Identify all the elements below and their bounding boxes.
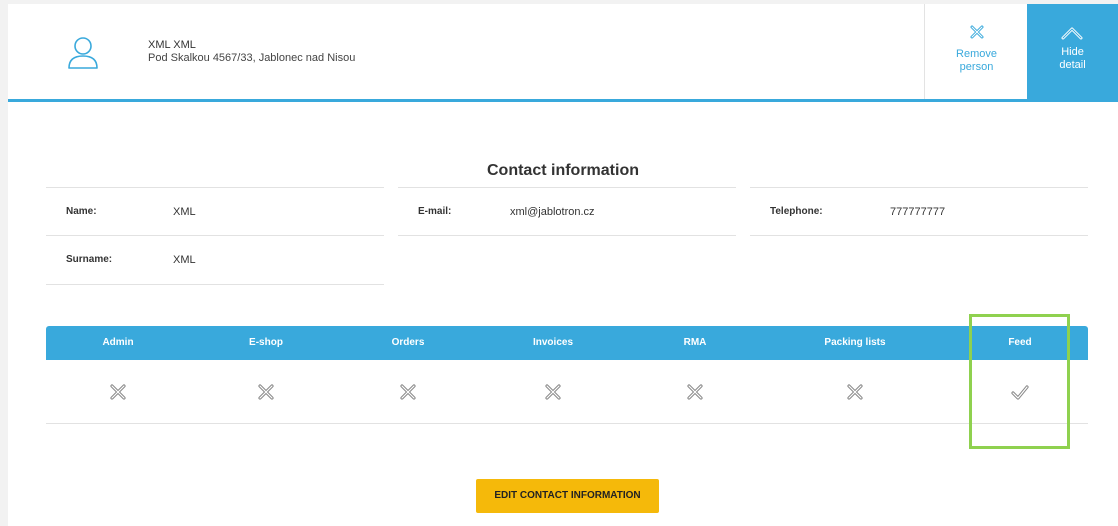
remove-person-button[interactable]: Remove person: [924, 4, 1027, 99]
close-icon[interactable]: [398, 382, 418, 402]
surname-label: Surname:: [66, 254, 113, 265]
close-icon[interactable]: [256, 382, 276, 402]
checkmark-icon[interactable]: [1010, 382, 1030, 402]
person-address: Pod Skalkou 4567/33, Jablonec nad Nisou: [148, 52, 356, 64]
remove-label-line2: person: [959, 61, 994, 73]
surname-value: XML: [173, 254, 196, 266]
column-invoices: Invoices: [532, 337, 574, 348]
close-icon: [970, 25, 984, 39]
telephone-label: Telephone:: [770, 206, 823, 217]
name-value: XML: [173, 206, 196, 218]
column-admin: Admin: [102, 337, 134, 348]
column-orders: Orders: [391, 337, 425, 348]
close-icon[interactable]: [108, 382, 128, 402]
person-header: XML XML Pod Skalkou 4567/33, Jablonec na…: [8, 4, 1118, 102]
person-icon: [68, 37, 98, 69]
person-name: XML XML: [148, 39, 196, 51]
email-label: E-mail:: [418, 206, 452, 217]
hide-detail-button[interactable]: Hide detail: [1027, 4, 1118, 99]
close-icon[interactable]: [685, 382, 705, 402]
hide-label-line1: Hide: [1061, 46, 1084, 58]
column-rma: RMA: [683, 337, 707, 348]
close-icon[interactable]: [543, 382, 563, 402]
telephone-value: 777777777: [890, 206, 946, 218]
permissions-row: [46, 360, 1088, 424]
column-feed: Feed: [1008, 337, 1032, 348]
permissions-header: Admin E-shop Orders Invoices RMA Packing…: [46, 326, 1088, 360]
telephone-field: Telephone: 777777777: [750, 187, 1088, 236]
name-label: Name:: [66, 206, 97, 217]
close-icon[interactable]: [845, 382, 865, 402]
column-eshop: E-shop: [249, 337, 283, 348]
surname-field: Surname: XML: [46, 236, 384, 285]
edit-contact-information-button[interactable]: EDIT CONTACT INFORMATION: [476, 479, 659, 513]
hide-label-line2: detail: [1059, 59, 1086, 71]
email-value: xml@jablotron.cz: [510, 206, 595, 218]
email-field: E-mail: xml@jablotron.cz: [398, 187, 736, 236]
person-detail-panel: XML XML Pod Skalkou 4567/33, Jablonec na…: [8, 4, 1118, 526]
column-packing-lists: Packing lists: [824, 337, 886, 348]
remove-label-line1: Remove: [956, 48, 997, 60]
section-title: Contact information: [487, 162, 639, 179]
chevron-up-icon: [1061, 27, 1083, 40]
name-field: Name: XML: [46, 187, 384, 236]
